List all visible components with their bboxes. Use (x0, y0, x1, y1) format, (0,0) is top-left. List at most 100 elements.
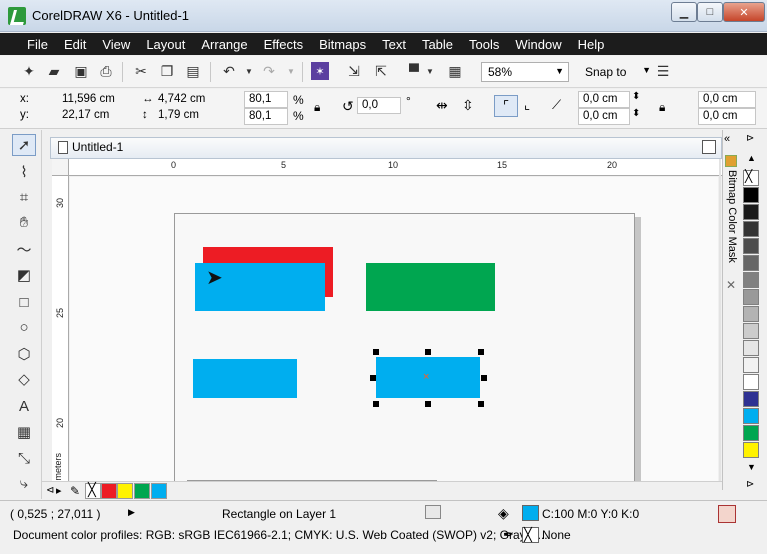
scale-width-field[interactable]: 80,1 (244, 91, 288, 108)
document-maximize-button[interactable] (702, 140, 716, 154)
menu-layout[interactable]: Layout (138, 37, 193, 52)
drawing-canvas[interactable]: × ➤ (70, 177, 718, 481)
palette-no-color-swatch[interactable]: ╳ (743, 169, 759, 186)
undo-dropdown-icon[interactable]: ▼ (240, 62, 258, 80)
menu-window[interactable]: Window (507, 37, 569, 52)
close-button[interactable]: ✕ (723, 2, 765, 22)
width-field[interactable]: 4,742 cm (158, 93, 205, 105)
coreldraw-app-icon[interactable] (8, 7, 26, 25)
lock-corners-icon[interactable]: 🔒︎ (659, 100, 665, 115)
selection-handle[interactable] (425, 401, 431, 407)
selection-handle[interactable] (373, 401, 379, 407)
pan-tool-icon[interactable]: ✋︎ (12, 211, 36, 233)
minimize-button[interactable]: ▁ (671, 2, 697, 22)
corner-radius-bottom-left-field[interactable]: 0,0 cm (578, 108, 630, 125)
rotation-angle-field[interactable]: 0,0 (357, 97, 401, 114)
palette-swatch-green[interactable] (743, 425, 759, 441)
spin-arrows-icon[interactable]: ⬍ (632, 108, 640, 119)
color-profiles-text[interactable]: Document color profiles: RGB: sRGB IEC61… (13, 528, 548, 542)
status-expand-icon[interactable]: ▶ (128, 507, 135, 518)
basic-shapes-tool-icon[interactable]: ◇ (12, 368, 36, 390)
snap-to-dropdown[interactable]: Snap to ▼ (585, 62, 655, 82)
palette-scroll-down-icon[interactable]: ⊳ (746, 479, 754, 490)
horizontal-scrollbar[interactable] (187, 480, 437, 481)
freehand-tool-icon[interactable]: 〜 (12, 238, 36, 260)
palette-swatch-gray-5[interactable] (743, 357, 759, 373)
text-tool-icon[interactable]: A (12, 395, 36, 417)
open-icon[interactable]: ▰ (45, 62, 63, 80)
palette-swatch-red[interactable] (101, 483, 117, 499)
zoom-level-dropdown[interactable]: 58% ▼ (481, 62, 569, 82)
scale-height-field[interactable]: 80,1 (244, 108, 288, 125)
menu-file[interactable]: File (19, 37, 56, 52)
smart-fill-tool-icon[interactable]: ◩ (12, 264, 36, 286)
menu-view[interactable]: View (94, 37, 138, 52)
polygon-tool-icon[interactable]: ⬡ (12, 343, 36, 365)
fill-bucket-icon[interactable]: ◈ (498, 505, 509, 522)
palette-swatch-gray-30[interactable] (743, 306, 759, 322)
palette-swatch-white[interactable] (743, 374, 759, 390)
palette-down-icon[interactable]: ▼ (747, 462, 756, 472)
menu-effects[interactable]: Effects (256, 37, 312, 52)
menu-edit[interactable]: Edit (56, 37, 94, 52)
copy-icon[interactable]: ❐ (158, 62, 176, 80)
shape-tool-icon[interactable]: ⌇ (12, 161, 36, 183)
palette-scroll-up-icon[interactable]: ⊳ (746, 133, 754, 144)
dimension-tool-icon[interactable]: ⤡ (12, 447, 36, 469)
options-icon[interactable]: ☰ (654, 62, 672, 80)
scalloped-corner-icon[interactable]: ⌞ (524, 97, 530, 113)
lock-ratio-icon[interactable]: 🔒︎ (314, 100, 320, 115)
palette-swatch-black[interactable] (743, 187, 759, 203)
undo-icon[interactable]: ↶ (220, 62, 238, 80)
rectangle-tool-icon[interactable]: □ (12, 291, 36, 313)
docker-close-icon[interactable]: ✕ (726, 278, 736, 292)
palette-swatch-green[interactable] (134, 483, 150, 499)
corner-radius-top-right-field[interactable]: 0,0 cm (698, 91, 756, 108)
menu-text[interactable]: Text (374, 37, 414, 52)
welcome-screen-icon[interactable]: ▦ (446, 62, 464, 80)
selection-handle[interactable] (370, 375, 376, 381)
print-icon[interactable]: ⎙ (97, 62, 115, 80)
x-position-field[interactable]: 11,596 cm (62, 93, 115, 105)
palette-swatch-gray-20[interactable] (743, 323, 759, 339)
selection-handle[interactable] (373, 349, 379, 355)
palette-swatch-gray-10[interactable] (743, 340, 759, 356)
menu-table[interactable]: Table (414, 37, 461, 52)
mirror-vertical-icon[interactable]: ⇳ (462, 97, 474, 114)
palette-swatch-cyan[interactable] (743, 408, 759, 424)
paste-icon[interactable]: ▤ (184, 62, 202, 80)
outline-pen-icon[interactable]: ✒ (503, 527, 514, 543)
vertical-scrollbar[interactable] (719, 159, 721, 481)
import-icon[interactable]: ⇲ (345, 62, 363, 80)
table-tool-icon[interactable]: ▦ (12, 421, 36, 443)
export-icon[interactable]: ⇱ (372, 62, 390, 80)
horizontal-ruler[interactable]: 0 5 10 15 20 (69, 159, 722, 176)
corner-radius-top-left-field[interactable]: 0,0 cm (578, 91, 630, 108)
corner-radius-bottom-right-field[interactable]: 0,0 cm (698, 108, 756, 125)
menu-arrange[interactable]: Arrange (193, 37, 255, 52)
palette-up-icon[interactable]: ▲ (747, 153, 756, 163)
redo-dropdown-icon[interactable]: ▼ (282, 62, 300, 80)
palette-scroll-left-icon[interactable]: ⊲ (46, 485, 54, 496)
palette-swatch-gray-90[interactable] (743, 204, 759, 220)
y-position-field[interactable]: 22,17 cm (62, 109, 109, 121)
palette-swatch-yellow[interactable] (743, 442, 759, 458)
height-field[interactable]: 1,79 cm (158, 109, 199, 121)
chamfered-corner-icon[interactable]: ⟋ (552, 97, 561, 113)
palette-swatch-gray-60[interactable] (743, 255, 759, 271)
palette-swatch-gray-80[interactable] (743, 221, 759, 237)
maximize-button[interactable]: □ (697, 2, 723, 22)
redo-icon[interactable]: ↷ (260, 62, 278, 80)
spin-arrows-icon[interactable]: ⬍ (632, 91, 640, 102)
palette-swatch-cyan[interactable] (151, 483, 167, 499)
selection-handle[interactable] (478, 401, 484, 407)
docker-collapse-icon[interactable]: « (724, 133, 730, 145)
selection-handle[interactable] (481, 375, 487, 381)
menu-tools[interactable]: Tools (461, 37, 507, 52)
palette-swatch-gray-40[interactable] (743, 289, 759, 305)
document-tab[interactable] (50, 137, 722, 159)
save-icon[interactable]: ▣ (72, 62, 90, 80)
ellipse-tool-icon[interactable]: ○ (12, 316, 36, 338)
palette-swatch-blue[interactable] (743, 391, 759, 407)
menu-help[interactable]: Help (570, 37, 613, 52)
